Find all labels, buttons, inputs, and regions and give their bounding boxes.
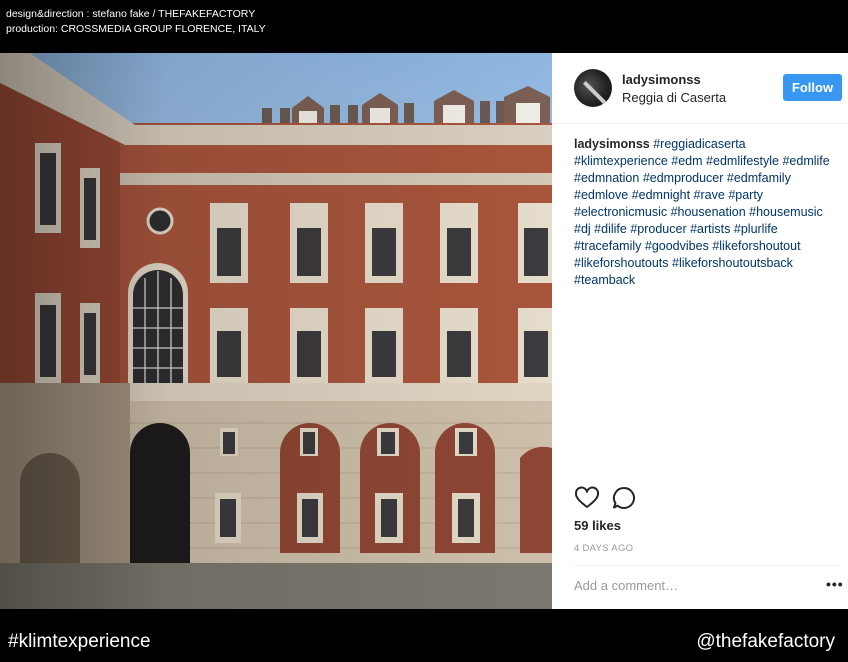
hashtag-link[interactable]: #edmnight (632, 188, 690, 202)
location-link[interactable]: Reggia di Caserta (622, 90, 726, 105)
avatar[interactable] (574, 69, 612, 107)
hashtag-link[interactable]: #artists (690, 222, 730, 236)
hashtag-link[interactable]: #teamback (574, 273, 635, 287)
hashtag-link[interactable]: #edmlife (782, 154, 829, 168)
hashtag-link[interactable]: #rave (694, 188, 725, 202)
hashtag-link[interactable]: #housemusic (749, 205, 823, 219)
hashtag-link[interactable]: #producer (630, 222, 686, 236)
post-photo (0, 53, 552, 609)
hashtag-link[interactable]: #dj (574, 222, 591, 236)
hashtag-link[interactable]: #edmnation (574, 171, 639, 185)
hashtag-link[interactable]: #edmlove (574, 188, 628, 202)
hashtag-link[interactable]: #edmproducer (643, 171, 724, 185)
hashtag-link[interactable]: #dilife (594, 222, 627, 236)
hashtag-link[interactable]: #electronicmusic (574, 205, 667, 219)
hashtag-link[interactable]: #likeforshoutoutsback (672, 256, 793, 270)
footer-handle: @thefakefactory (696, 631, 835, 652)
hashtag-link[interactable]: #tracefamily (574, 239, 641, 253)
hashtag-link[interactable]: #edmlifestyle (706, 154, 779, 168)
caption-username[interactable]: ladysimonss (574, 137, 650, 151)
hashtag-link[interactable]: #likeforshoutouts (574, 256, 669, 270)
hashtag-link[interactable]: #likeforshoutout (712, 239, 800, 253)
username-link[interactable]: ladysimonss (622, 72, 701, 87)
follow-button[interactable]: Follow (783, 74, 842, 101)
divider (574, 565, 840, 566)
comment-input[interactable]: Add a comment… (574, 578, 678, 593)
hashtag-link[interactable]: #edmfamily (727, 171, 791, 185)
hashtag-link[interactable]: #reggiadicaserta (653, 137, 745, 151)
post-actions (574, 485, 654, 511)
hashtag-link[interactable]: #goodvibes (645, 239, 709, 253)
credits: design&direction : stefano fake / THEFAK… (6, 7, 266, 37)
likes-count[interactable]: 59 likes (574, 518, 621, 533)
credits-direction: design&direction : stefano fake / THEFAK… (6, 8, 256, 20)
footer-hashtag: #klimtexperience (8, 631, 151, 652)
hashtag-link[interactable]: #party (728, 188, 763, 202)
post-time: 4 DAYS AGO (574, 543, 634, 554)
comment-icon[interactable] (611, 485, 637, 511)
post-caption: ladysimonss #reggiadicaserta #klimtexper… (574, 136, 842, 289)
hashtag-link[interactable]: #plurlife (734, 222, 778, 236)
credits-production: production: CROSSMEDIA GROUP FLORENCE, I… (6, 23, 266, 35)
more-options-icon[interactable]: ••• (826, 576, 844, 592)
hashtag-link[interactable]: #edm (671, 154, 702, 168)
post-panel: ladysimonss Reggia di Caserta Follow lad… (552, 53, 848, 609)
post-header: ladysimonss Reggia di Caserta Follow (552, 53, 848, 124)
hashtag-link[interactable]: #klimtexperience (574, 154, 668, 168)
hashtag-link[interactable]: #housenation (671, 205, 746, 219)
heart-icon[interactable] (574, 485, 600, 511)
